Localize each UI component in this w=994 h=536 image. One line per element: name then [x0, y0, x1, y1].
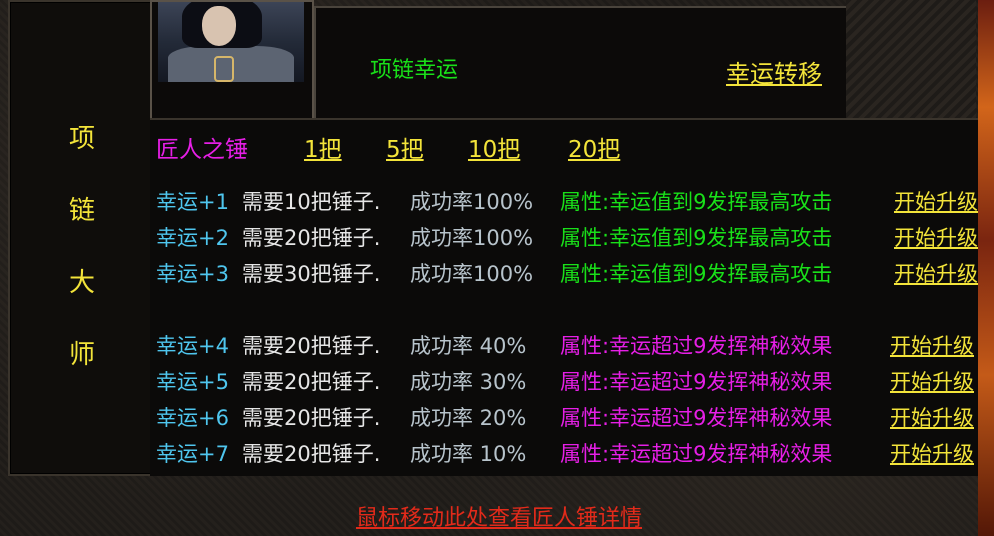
start-upgrade-button[interactable]: 开始升级	[894, 186, 978, 216]
hammer-option-5[interactable]: 5把	[386, 130, 424, 164]
attribute-text: 属性:幸运超过9发挥神秘效果	[560, 442, 833, 466]
hammer-details-hover-link[interactable]: 鼠标移动此处查看匠人锤详情	[356, 500, 642, 532]
luck-level: 幸运+6	[156, 406, 229, 430]
luck-transfer-link[interactable]: 幸运转移	[726, 54, 822, 89]
success-rate: 成功率 10%	[410, 442, 527, 466]
start-upgrade-button[interactable]: 开始升级	[894, 222, 978, 252]
flame-border	[978, 0, 994, 536]
hammer-option-20[interactable]: 20把	[568, 130, 620, 164]
luck-level: 幸运+2	[156, 226, 229, 250]
luck-level: 幸运+1	[156, 190, 229, 214]
attribute-text: 属性:幸运值到9发挥最高攻击	[560, 190, 833, 214]
start-upgrade-button[interactable]: 开始升级	[890, 402, 974, 432]
hammer-requirement: 需要20把锤子.	[242, 370, 381, 394]
hammer-label: 匠人之锤	[156, 137, 248, 163]
success-rate: 成功率 20%	[410, 406, 527, 430]
start-upgrade-button[interactable]: 开始升级	[890, 330, 974, 360]
luck-level: 幸运+7	[156, 442, 229, 466]
start-upgrade-button[interactable]: 开始升级	[894, 258, 978, 288]
success-rate: 成功率100%	[410, 226, 534, 250]
luck-level: 幸运+5	[156, 370, 229, 394]
character-portrait-frame	[150, 0, 314, 120]
luck-level: 幸运+4	[156, 334, 229, 358]
success-rate: 成功率 40%	[410, 334, 527, 358]
side-title-char: 链	[68, 196, 95, 226]
start-upgrade-button[interactable]: 开始升级	[890, 438, 974, 468]
luck-level: 幸运+3	[156, 262, 229, 286]
attribute-text: 属性:幸运值到9发挥最高攻击	[560, 226, 833, 250]
success-rate: 成功率 30%	[410, 370, 527, 394]
attribute-text: 属性:幸运超过9发挥神秘效果	[560, 370, 833, 394]
side-title-panel: 项 链 大 师	[8, 0, 154, 476]
attribute-text: 属性:幸运值到9发挥最高攻击	[560, 262, 833, 286]
side-title-char: 师	[68, 340, 95, 370]
side-title-char: 大	[68, 268, 95, 298]
hammer-requirement: 需要20把锤子.	[242, 334, 381, 358]
attribute-text: 属性:幸运超过9发挥神秘效果	[560, 334, 833, 358]
success-rate: 成功率100%	[410, 262, 534, 286]
hammer-requirement: 需要20把锤子.	[242, 226, 381, 250]
header-decoration	[846, 0, 976, 118]
character-portrait	[158, 2, 304, 82]
hammer-option-10[interactable]: 10把	[468, 130, 520, 164]
side-title-char: 项	[68, 124, 95, 154]
hammer-requirement: 需要10把锤子.	[242, 190, 381, 214]
hammer-requirement: 需要30把锤子.	[242, 262, 381, 286]
start-upgrade-button[interactable]: 开始升级	[890, 366, 974, 396]
hammer-requirement: 需要20把锤子.	[242, 406, 381, 430]
header-panel: 项链幸运 幸运转移	[314, 6, 850, 120]
header-title: 项链幸运	[370, 58, 459, 83]
hammer-requirement: 需要20把锤子.	[242, 442, 381, 466]
attribute-text: 属性:幸运超过9发挥神秘效果	[560, 406, 833, 430]
hammer-option-1[interactable]: 1把	[304, 130, 342, 164]
success-rate: 成功率100%	[410, 190, 534, 214]
